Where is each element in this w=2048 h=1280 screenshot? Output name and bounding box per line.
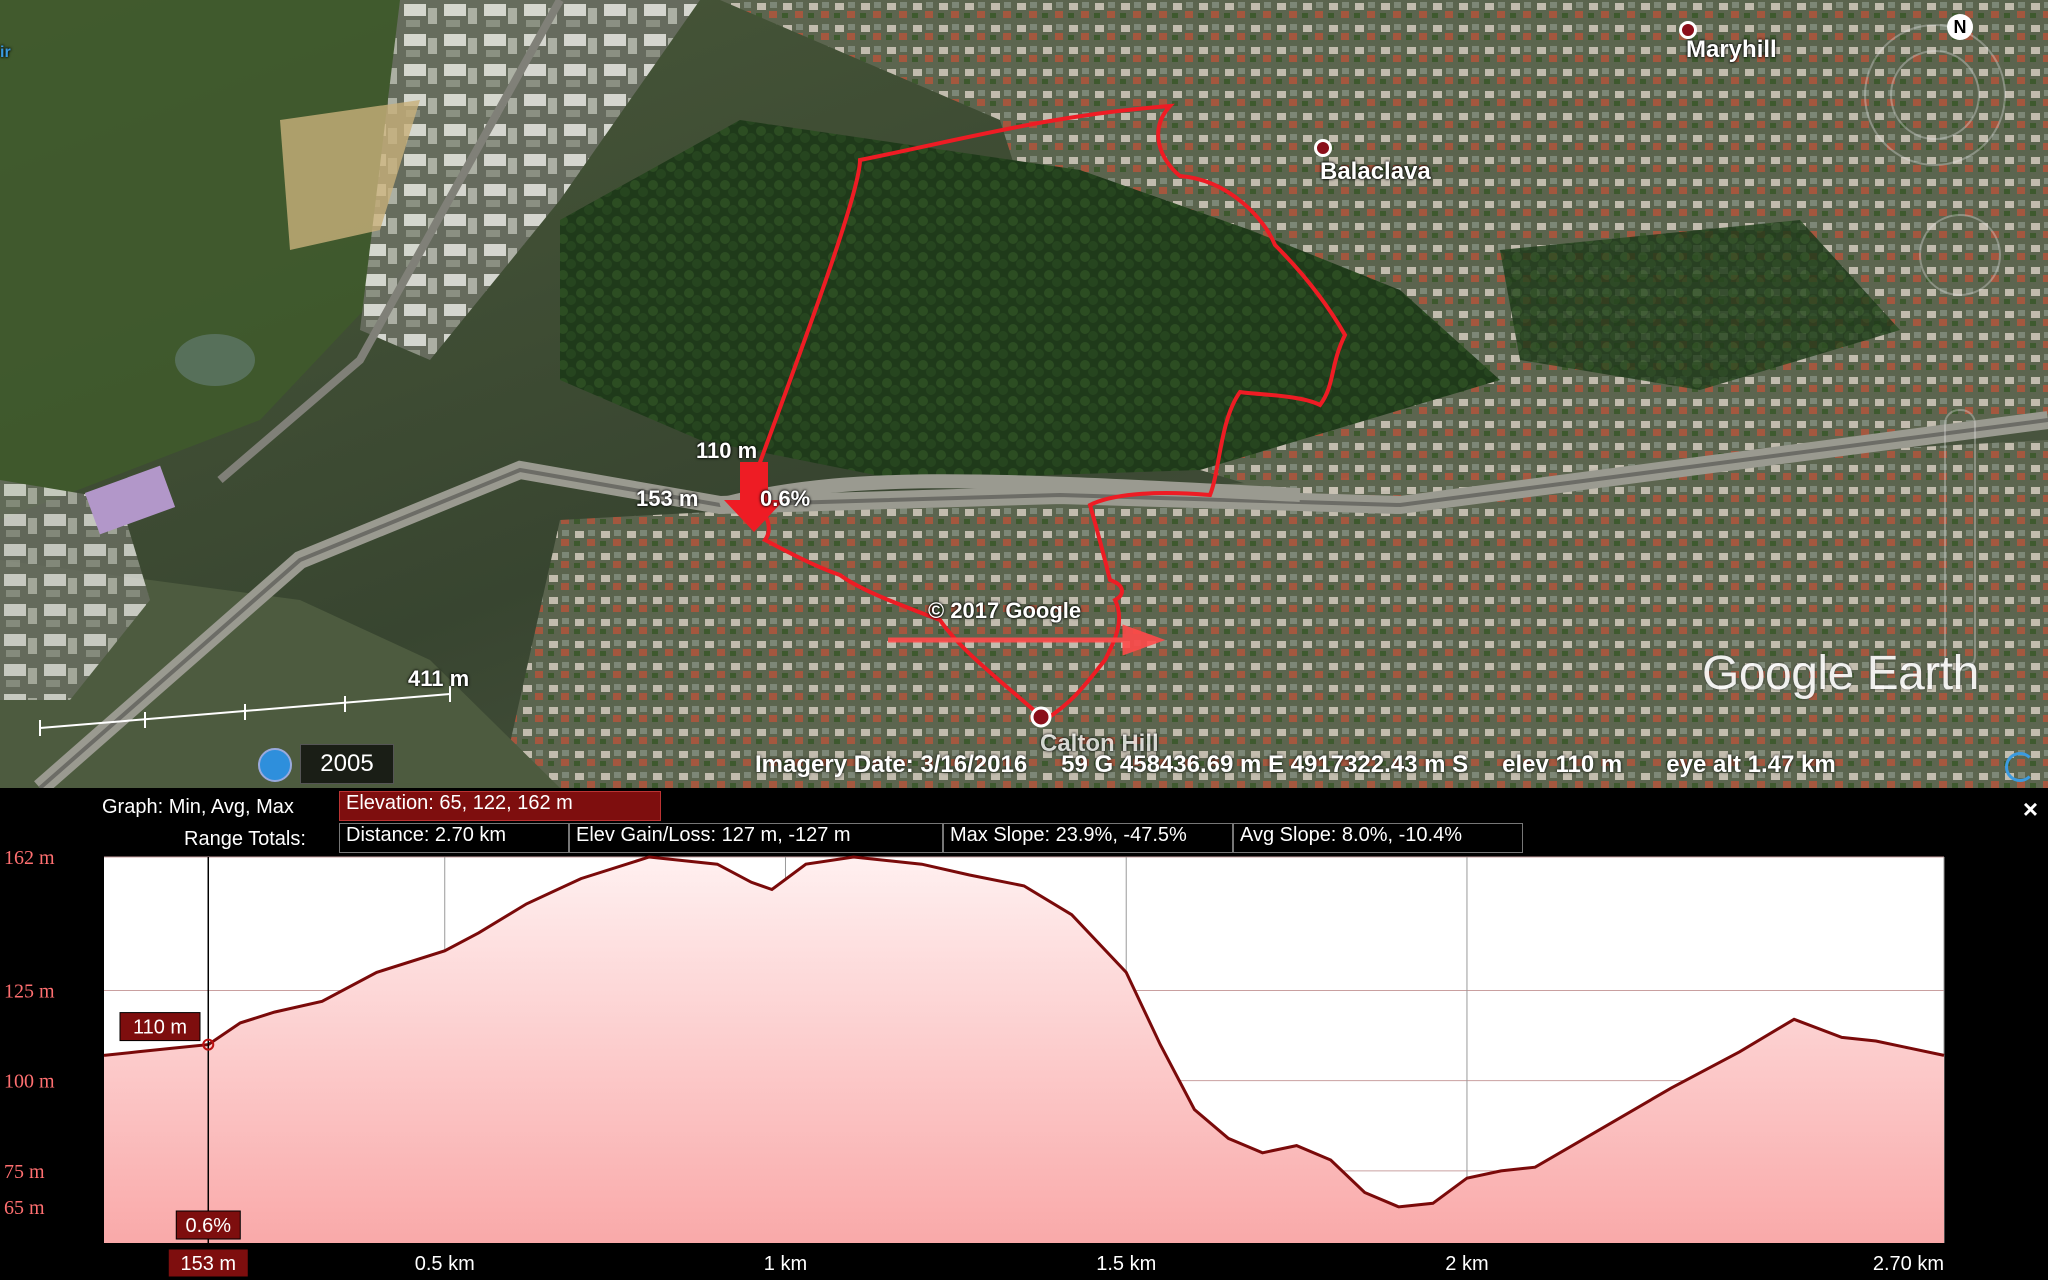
x-tick-label: 0.5 km [415,1253,475,1275]
calton-hill-pin[interactable] [1030,706,1052,728]
eye-altitude: eye alt 1.47 km [1666,751,1836,778]
x-tick-label: 1.5 km [1096,1253,1156,1275]
x-tick-label: 2.70 km [1873,1253,1944,1275]
place-label-maryhill[interactable]: Maryhill [1686,36,1777,64]
left-edge-label: ir [0,44,11,61]
compass-north-icon[interactable]: N [1947,14,1973,40]
x-tick-label: 2 km [1445,1253,1488,1275]
cursor-slope-tag: 0.6% [185,1215,231,1237]
y-tick-label: 100 m [4,1071,55,1093]
historical-imagery-clock-icon[interactable] [258,748,292,782]
google-earth-logo: Google Earth [1702,647,1979,700]
cursor-coordinates: 59 G 458436.69 m E 4917322.43 m S [1061,751,1469,778]
balaclava-pin[interactable] [1314,139,1332,157]
loading-spinner-icon [2005,752,2035,782]
satellite-map[interactable]: Maryhill Balaclava Calton Hill 110 m 153… [0,0,2048,788]
imagery-date: Imagery Date: 3/16/2016 [755,751,1028,778]
elevation-chart[interactable]: 162 m 125 m 100 m 75 m 65 m 0.5 km 1 km 1.5 km… [0,788,2048,1280]
status-bar: Imagery Date: 3/16/2016 59 G 458436.69 m… [755,748,1978,782]
y-axis: 162 m 125 m 100 m 75 m 65 m [4,847,55,1219]
maryhill-pin[interactable] [1679,21,1697,39]
y-tick-label: 75 m [4,1161,45,1183]
y-tick-label: 162 m [4,847,55,869]
cursor-slope-label: 0.6% [760,486,811,511]
historical-imagery-year[interactable]: 2005 [300,744,394,784]
cursor-elevation: elev 110 m [1502,751,1623,778]
copyright-text: © 2017 Google [928,598,1082,623]
cursor-elevation-tag: 110 m [133,1017,187,1039]
cursor-distance-tag: 153 m [180,1253,236,1275]
y-tick-label: 65 m [4,1197,45,1219]
place-label-balaclava[interactable]: Balaclava [1320,158,1431,186]
cursor-distance-label: 153 m [636,486,699,511]
cursor-elevation-label: 110 m [696,438,758,463]
x-axis: 0.5 km 1 km 1.5 km 2 km 2.70 km [415,1253,1944,1275]
elevation-profile-panel: Graph: Min, Avg, Max Elevation: 65, 122,… [0,788,2048,1280]
scale-bar-label: 411 m [408,666,470,691]
y-tick-label: 125 m [4,980,55,1002]
x-tick-label: 1 km [764,1253,807,1275]
